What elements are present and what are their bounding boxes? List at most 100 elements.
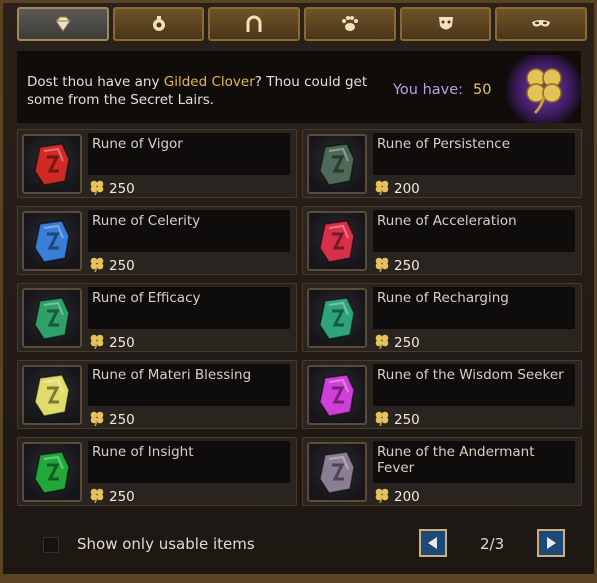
item-name-box: Rune of Efficacy (88, 287, 290, 329)
footer: Show only usable items 2/3 (17, 523, 583, 567)
item-name: Rune of the Wisdom Seeker (377, 367, 564, 383)
item-price-value: 250 (394, 258, 420, 274)
item-price: 250 (374, 410, 420, 430)
item-card[interactable]: Rune of Persistence 200 (302, 129, 582, 198)
tab-masks[interactable] (495, 7, 588, 41)
item-name-box: Rune of the Andermant Fever (373, 441, 575, 483)
item-name: Rune of Persistence (377, 136, 511, 152)
item-card[interactable]: Rune of Materi Blessing 250 (17, 360, 297, 429)
item-card[interactable]: Rune of Insight 250 (17, 437, 297, 506)
gilded-clover-link: Gilded Clover (163, 74, 255, 90)
item-name-box: Rune of Recharging (373, 287, 575, 329)
clover-icon (374, 179, 390, 199)
eye-mask-icon (532, 20, 551, 27)
item-price: 200 (374, 487, 420, 507)
arrow-left-icon (428, 537, 437, 549)
category-tabs (17, 7, 588, 43)
clover-icon (89, 179, 105, 199)
banner-message: Dost thou have any Gilded Clover? Thou c… (27, 73, 377, 109)
item-price-value: 200 (394, 181, 420, 197)
rune-icon (22, 442, 82, 502)
item-price: 250 (89, 179, 135, 199)
diamond-icon (55, 16, 71, 32)
item-name-box: Rune of Persistence (373, 133, 575, 175)
item-price: 200 (374, 179, 420, 199)
item-price: 250 (89, 256, 135, 276)
next-page-button[interactable] (537, 529, 565, 557)
theater-mask-icon (438, 17, 453, 30)
paw-icon (341, 16, 358, 31)
rune-icon (307, 442, 367, 502)
item-price-value: 250 (109, 181, 135, 197)
item-price-value: 250 (109, 258, 135, 274)
clover-icon (374, 256, 390, 276)
item-price-value: 250 (394, 335, 420, 351)
item-name-box: Rune of Celerity (88, 210, 290, 252)
clover-icon (89, 256, 105, 276)
item-name: Rune of Acceleration (377, 213, 517, 229)
tab-costumes[interactable] (399, 7, 492, 41)
item-name: Rune of Vigor (92, 136, 183, 152)
usable-only-label: Show only usable items (77, 535, 255, 553)
item-price-value: 250 (109, 412, 135, 428)
item-card[interactable]: Rune of Celerity 250 (17, 206, 297, 275)
item-price-value: 250 (109, 489, 135, 505)
arrow-right-icon (547, 537, 556, 549)
item-name-box: Rune of Vigor (88, 133, 290, 175)
item-name: Rune of Recharging (377, 290, 509, 306)
you-have-label: You have: (393, 82, 464, 98)
item-name-box: Rune of Materi Blessing (88, 364, 290, 406)
clover-icon (374, 410, 390, 430)
clover-icon (89, 487, 105, 507)
rune-icon (307, 211, 367, 271)
item-name: Rune of Efficacy (92, 290, 201, 306)
item-price-value: 250 (109, 335, 135, 351)
item-name-box: Rune of Acceleration (373, 210, 575, 252)
item-name-box: Rune of Insight (88, 441, 290, 483)
clover-icon (89, 333, 105, 353)
item-price: 250 (374, 333, 420, 353)
frame-bottom-trim (3, 574, 597, 580)
item-card[interactable]: Rune of the Andermant Fever 200 (302, 437, 582, 506)
rune-icon (22, 365, 82, 425)
item-name-box: Rune of the Wisdom Seeker (373, 364, 575, 406)
info-banner: Dost thou have any Gilded Clover? Thou c… (17, 51, 581, 123)
item-price: 250 (89, 487, 135, 507)
clover-icon (374, 333, 390, 353)
horseshoe-icon (246, 15, 262, 32)
usable-only-checkbox[interactable] (43, 537, 59, 553)
item-name: Rune of Materi Blessing (92, 367, 252, 383)
you-have-value: 50 (473, 82, 492, 98)
item-price: 250 (89, 333, 135, 353)
rune-icon (307, 134, 367, 194)
tab-gems[interactable] (17, 7, 109, 41)
rune-icon (22, 211, 82, 271)
clover-icon (374, 487, 390, 507)
gilded-clover-icon (507, 55, 581, 123)
tab-pets[interactable] (304, 7, 396, 41)
tab-mounts[interactable] (208, 7, 301, 41)
item-card[interactable]: Rune of Recharging 250 (302, 283, 582, 352)
tab-potions[interactable] (112, 7, 205, 41)
potion-bag-icon (152, 16, 165, 31)
page-indicator: 2/3 (480, 535, 505, 553)
rune-icon (307, 288, 367, 348)
item-card[interactable]: Rune of Vigor 250 (17, 129, 297, 198)
rune-icon (22, 134, 82, 194)
item-card[interactable]: Rune of Acceleration 250 (302, 206, 582, 275)
item-name: Rune of Celerity (92, 213, 201, 229)
item-price: 250 (374, 256, 420, 276)
banner-text-before: Dost thou have any (27, 74, 164, 90)
shop-window: Dost thou have any Gilded Clover? Thou c… (0, 0, 597, 583)
clover-icon (89, 410, 105, 430)
prev-page-button[interactable] (419, 529, 447, 557)
item-price-value: 250 (394, 412, 420, 428)
item-card[interactable]: Rune of Efficacy 250 (17, 283, 297, 352)
item-name: Rune of the Andermant Fever (377, 444, 535, 476)
rune-icon (307, 365, 367, 425)
rune-icon (22, 288, 82, 348)
item-card[interactable]: Rune of the Wisdom Seeker 250 (302, 360, 582, 429)
item-name: Rune of Insight (92, 444, 194, 460)
item-price: 250 (89, 410, 135, 430)
item-price-value: 200 (394, 489, 420, 505)
